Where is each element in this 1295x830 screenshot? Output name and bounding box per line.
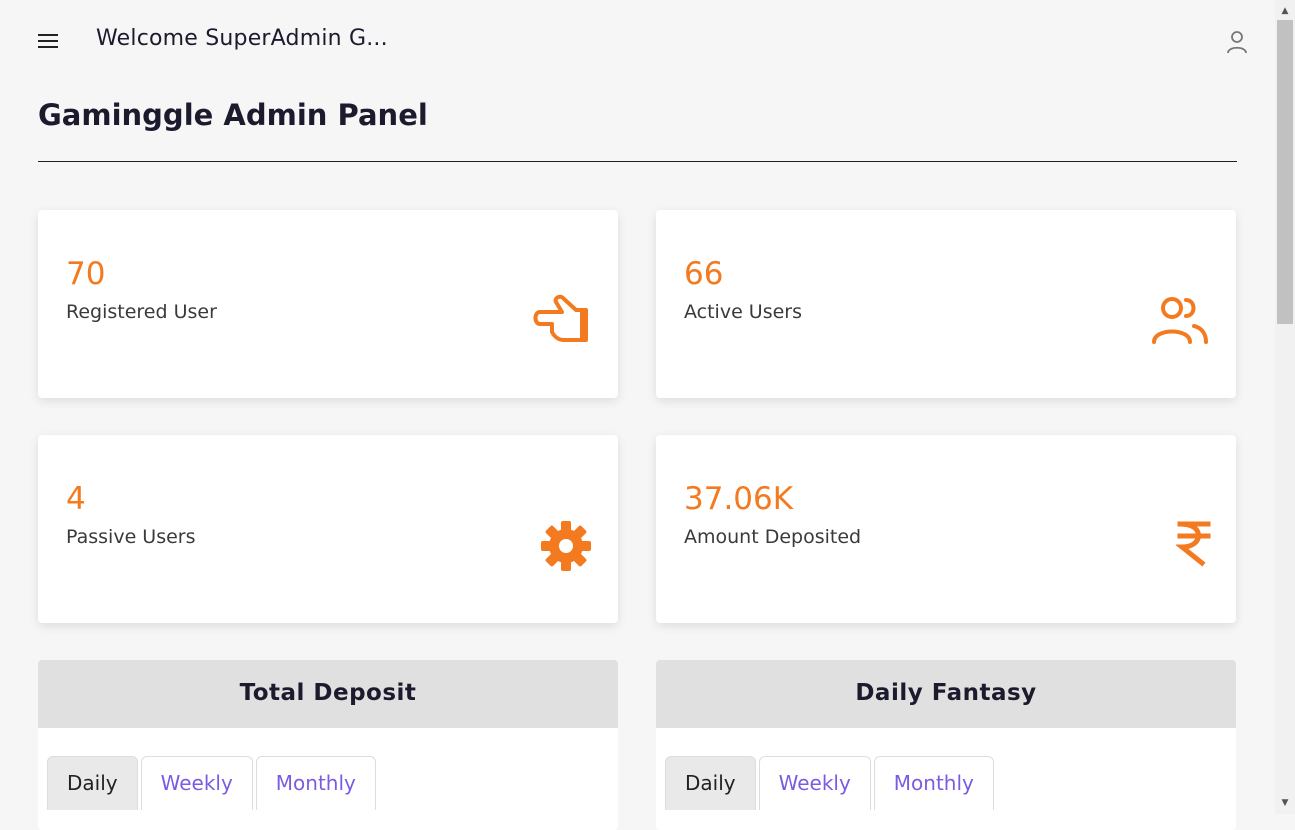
vertical-scrollbar[interactable]: ▲ ▼ — [1275, 0, 1295, 814]
users-icon — [1150, 294, 1210, 350]
stat-value: 4 — [66, 481, 86, 517]
stat-label: Passive Users — [66, 526, 196, 548]
tab-weekly[interactable]: Weekly — [140, 756, 253, 810]
user-icon[interactable] — [1226, 30, 1248, 54]
stat-label: Amount Deposited — [684, 526, 862, 548]
welcome-text: Welcome SuperAdmin G... — [96, 26, 388, 51]
tab-daily[interactable]: Daily — [47, 756, 138, 810]
page-title: Gaminggle Admin Panel — [38, 98, 428, 132]
stat-label: Active Users — [684, 301, 803, 323]
gear-icon — [540, 520, 592, 576]
tab-weekly[interactable]: Weekly — [758, 756, 871, 810]
stat-card-amount-deposited: 37.06K Amount Deposited — [656, 435, 1236, 623]
stat-label: Registered User — [66, 301, 217, 323]
panel-title: Total Deposit — [38, 660, 618, 728]
top-bar: Welcome SuperAdmin G... — [0, 0, 1275, 82]
total-deposit-panel: Total Deposit Daily Weekly Monthly — [38, 660, 618, 830]
period-tabs: Daily Weekly Monthly — [665, 756, 997, 810]
stat-card-passive-users: 4 Passive Users — [38, 435, 618, 623]
tab-monthly[interactable]: Monthly — [873, 756, 994, 810]
panel-title: Daily Fantasy — [656, 660, 1236, 728]
tab-daily[interactable]: Daily — [665, 756, 756, 810]
period-tabs: Daily Weekly Monthly — [47, 756, 379, 810]
title-divider — [38, 161, 1237, 162]
pointing-hand-icon — [532, 294, 592, 350]
tab-monthly[interactable]: Monthly — [255, 756, 376, 810]
scrollbar-thumb[interactable] — [1277, 20, 1293, 324]
stat-card-active-users: 66 Active Users — [656, 210, 1236, 398]
stat-value: 70 — [66, 256, 106, 292]
stat-value: 66 — [684, 256, 724, 292]
scroll-up-arrow-icon[interactable]: ▲ — [1275, 6, 1295, 16]
rupee-icon — [1174, 519, 1212, 571]
scroll-down-arrow-icon[interactable]: ▼ — [1275, 798, 1295, 808]
stat-card-registered-users: 70 Registered User — [38, 210, 618, 398]
stat-value: 37.06K — [684, 481, 794, 517]
daily-fantasy-panel: Daily Fantasy Daily Weekly Monthly — [656, 660, 1236, 830]
hamburger-menu-icon[interactable] — [38, 34, 58, 50]
